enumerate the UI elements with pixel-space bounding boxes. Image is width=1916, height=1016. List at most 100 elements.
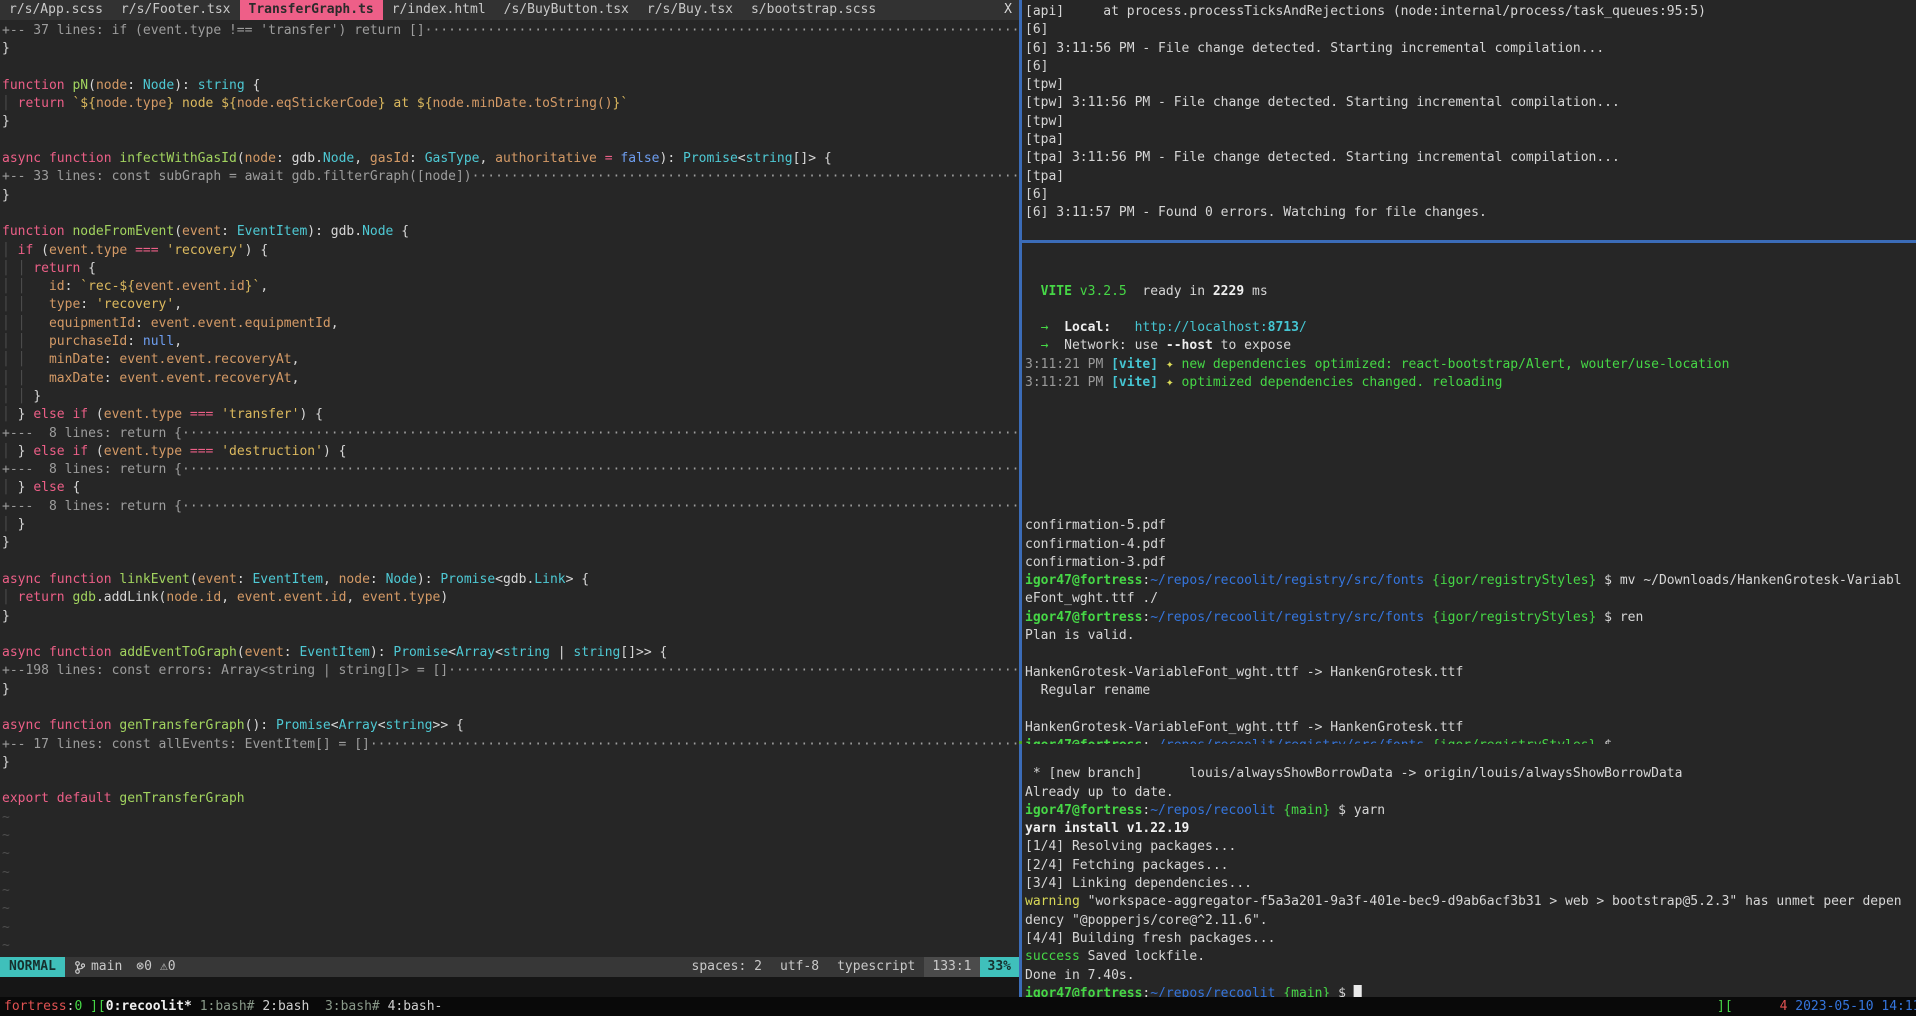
terminal-row: }: [2, 187, 1019, 205]
warning-icon: ⚠: [160, 959, 168, 974]
terminal-row: VITE v3.2.5 ready in 2229 ms: [1025, 283, 1916, 301]
text-segment: fortress: [4, 999, 67, 1014]
text-segment: ········································…: [182, 426, 1019, 441]
text-segment: }: [33, 389, 41, 404]
editor-pane[interactable]: r/s/App.scssr/s/Footer.tsxTransferGraph.…: [0, 0, 1019, 997]
text-segment: yarn install v1.22.19: [1025, 821, 1189, 836]
terminal-row: [2, 699, 1019, 717]
text-segment: ,: [174, 297, 182, 312]
text-segment: +--198 lines: const errors: Array<string…: [2, 663, 448, 678]
vim-cmdline: [0, 977, 1019, 997]
text-segment: --host: [1166, 338, 1213, 353]
text-segment: ········································…: [448, 663, 1019, 678]
terminal-row: [tpw] 3:11:56 PM - File change detected.…: [1025, 94, 1916, 112]
text-segment: <gdb.: [495, 572, 534, 587]
text-segment: │ │: [2, 261, 33, 276]
terminal-row: }: [2, 534, 1019, 552]
terminal-row: 3:11:21 PM [vite] ✦ new dependencies opt…: [1025, 356, 1916, 374]
vim-tabline: r/s/App.scssr/s/Footer.tsxTransferGraph.…: [0, 0, 1019, 20]
warning-count: 0: [168, 959, 176, 974]
text-segment: .addLink(: [96, 590, 166, 605]
text-segment: [1733, 999, 1780, 1014]
terminal-row: ~: [2, 845, 1019, 863]
tab--s-BuyButton.tsx[interactable]: /s/BuyButton.tsx: [495, 0, 638, 20]
tab-r-s-App.scss[interactable]: r/s/App.scss: [0, 0, 112, 20]
terminal-row: │ │ id: `rec-${event.event.id}`,: [2, 278, 1019, 296]
text-segment: Node: [323, 151, 354, 166]
text-segment: confirmation-4.pdf: [1025, 537, 1166, 552]
statusline-spacer: [180, 957, 683, 977]
text-segment: :: [104, 371, 120, 386]
text-segment: new dependencies optimized: react-bootst…: [1182, 357, 1730, 372]
text-segment: │ │: [2, 389, 33, 404]
terminal-row: ~: [2, 864, 1019, 882]
text-segment: [4/4] Building fresh packages...: [1025, 931, 1275, 946]
text-segment: eFont_wght.ttf ./: [1025, 591, 1158, 606]
text-segment: }: [2, 755, 10, 770]
terminal-row: [tpa] 3:11:56 PM - File change detected.…: [1025, 149, 1916, 167]
text-segment: :: [409, 151, 425, 166]
text-segment: 2:bash: [262, 999, 309, 1014]
tmux-window-list[interactable]: fortress:0 ][0:recoolit* 1:bash# 2:bash …: [4, 997, 442, 1016]
text-segment: :: [221, 224, 237, 239]
text-segment: |: [550, 645, 573, 660]
text-segment: ~: [2, 810, 10, 825]
text-segment: ✦: [1158, 357, 1181, 372]
text-segment: /: [1299, 320, 1307, 335]
text-segment: │: [2, 590, 18, 605]
text-segment: ~/repos/recoolit: [1150, 803, 1275, 818]
tabline-close-button[interactable]: X: [1004, 0, 1012, 20]
pane-tsc-watch[interactable]: [api] at process.processTicksAndRejectio…: [1022, 0, 1916, 240]
text-segment: ,: [331, 316, 339, 331]
text-segment: ===: [127, 243, 166, 258]
text-segment: │ │: [2, 352, 49, 367]
text-segment: ········································…: [182, 462, 1019, 477]
terminal-row: confirmation-5.pdf: [1025, 517, 1916, 535]
file-encoding: utf-8: [771, 957, 828, 977]
tab-r-s-Buy.tsx[interactable]: r/s/Buy.tsx: [638, 0, 742, 20]
terminal-row: eFont_wght.ttf ./: [1025, 590, 1916, 608]
text-segment: purchaseId: [49, 334, 127, 349]
terminal-row: │ │ purchaseId: null,: [2, 333, 1019, 351]
text-segment: ,: [221, 590, 237, 605]
pane-vite-dev-server[interactable]: VITE v3.2.5 ready in 2229 ms → Local: ht…: [1022, 243, 1916, 496]
text-segment: ) {: [323, 444, 346, 459]
text-segment: v3.2.5: [1072, 284, 1127, 299]
text-segment: :: [135, 316, 151, 331]
text-segment: [6] 3:11:56 PM - File change detected. S…: [1025, 41, 1604, 56]
code-buffer[interactable]: +-- 37 lines: if (event.type !== 'transf…: [0, 20, 1019, 957]
text-segment: }: [2, 114, 10, 129]
terminal-row: Already up to date.: [1025, 784, 1916, 802]
tab-TransferGraph.ts[interactable]: TransferGraph.ts: [240, 0, 383, 20]
text-segment: ········································…: [472, 169, 1019, 184]
tab-r-s-Footer.tsx[interactable]: r/s/Footer.tsx: [112, 0, 240, 20]
text-segment: optimized dependencies changed. reloadin…: [1182, 375, 1503, 390]
terminal-row: function nodeFromEvent(event: EventItem)…: [2, 223, 1019, 241]
terminal-row: │ if (event.type === 'recovery') {: [2, 242, 1019, 260]
text-segment: ():: [245, 718, 276, 733]
text-segment: 2023-05-10 14:11: [1787, 999, 1916, 1014]
terminal-row: [1025, 301, 1916, 319]
text-segment: EventItem: [252, 572, 322, 587]
terminal-row: +--198 lines: const errors: Array<string…: [2, 662, 1019, 680]
pane-shell-yarn-active[interactable]: * [new branch] louis/alwaysShowBorrowDat…: [1022, 744, 1916, 1000]
text-segment: ===: [182, 407, 221, 422]
tab-s-bootstrap.scss[interactable]: s/bootstrap.scss: [742, 0, 885, 20]
text-segment: null: [143, 334, 174, 349]
pane-shell-fonts[interactable]: confirmation-5.pdfconfirmation-4.pdfconf…: [1022, 496, 1916, 744]
text-segment: (: [190, 572, 198, 587]
text-segment: 'destruction': [221, 444, 323, 459]
text-segment: }`: [245, 279, 261, 294]
tab-r-index.html[interactable]: r/index.html: [383, 0, 495, 20]
text-segment: │ │: [2, 279, 49, 294]
text-segment: node.type: [96, 96, 166, 111]
terminal-row: │ }: [2, 516, 1019, 534]
text-segment: }: [2, 188, 10, 203]
terminal-row: ~: [2, 882, 1019, 900]
text-segment: ~: [2, 901, 10, 916]
text-segment: Local:: [1064, 320, 1111, 335]
text-segment: false: [620, 151, 659, 166]
text-segment: :: [127, 78, 143, 93]
text-segment: `rec-${: [80, 279, 135, 294]
text-segment: [api] at process.processTicksAndRejectio…: [1025, 4, 1706, 19]
